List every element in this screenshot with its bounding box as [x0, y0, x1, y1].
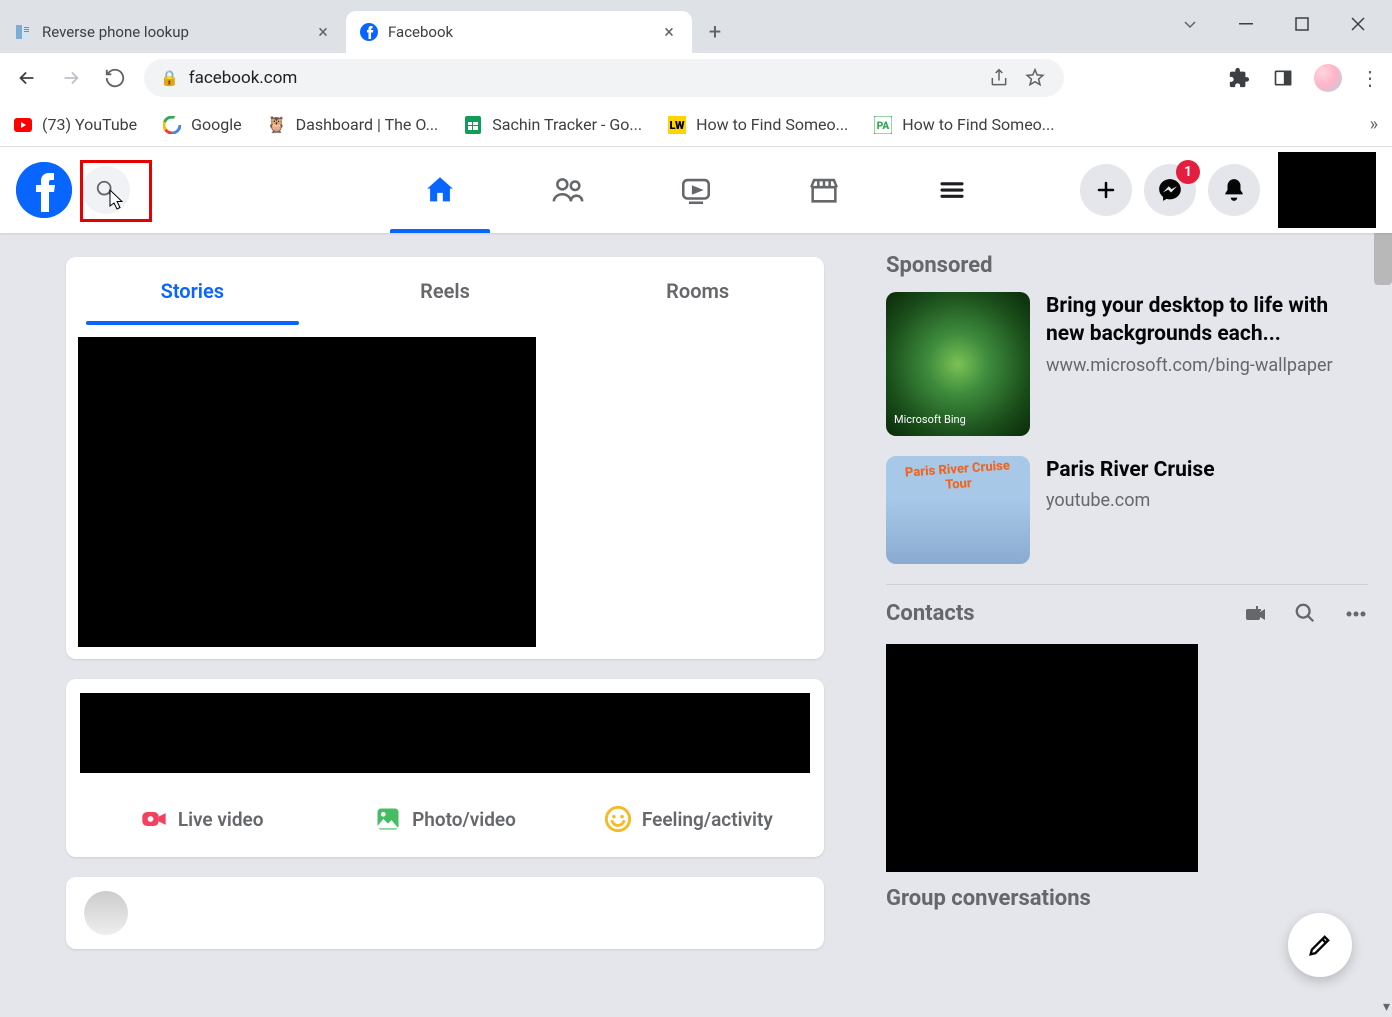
- contacts-header: Contacts: [886, 601, 1368, 626]
- nav-home[interactable]: [380, 147, 500, 233]
- cruise-overlay: Paris River Cruise Tour: [891, 457, 1025, 496]
- create-button[interactable]: [1080, 164, 1132, 216]
- facebook-logo-icon[interactable]: [16, 162, 72, 218]
- tab-facebook[interactable]: Facebook ×: [346, 11, 692, 53]
- sponsored-title: Paris River Cruise: [1046, 456, 1368, 484]
- star-icon[interactable]: [1022, 65, 1048, 91]
- browser-tab-strip: Reverse phone lookup × Facebook × +: [0, 0, 1392, 53]
- omnibox[interactable]: 🔒 facebook.com: [144, 59, 1064, 97]
- bookmarks-bar: (73) YouTube Google 🦉Dashboard | The O..…: [0, 103, 1392, 147]
- sponsored-title: Bring your desktop to life with new back…: [1046, 292, 1368, 349]
- facebook-right-controls: 1: [1080, 152, 1376, 228]
- sidepanel-icon[interactable]: [1270, 65, 1296, 91]
- maximize-icon[interactable]: [1288, 10, 1316, 38]
- window-close-icon[interactable]: [1344, 10, 1372, 38]
- bookmark-google[interactable]: Google: [163, 115, 242, 134]
- extensions-icon[interactable]: [1226, 65, 1252, 91]
- tab-reels[interactable]: Reels: [319, 257, 572, 325]
- lw-icon: LW: [668, 116, 686, 134]
- pa-icon: PA: [874, 116, 892, 134]
- window-controls: [1176, 0, 1392, 38]
- tab-title: Facebook: [388, 23, 650, 41]
- facebook-header: 1: [0, 147, 1392, 233]
- svg-text:PA: PA: [877, 121, 890, 132]
- new-room-icon[interactable]: [1244, 602, 1268, 626]
- contacts-heading: Contacts: [886, 601, 975, 626]
- composer-redacted[interactable]: [80, 693, 810, 773]
- stories-redacted: [78, 337, 536, 647]
- url-text: facebook.com: [189, 68, 298, 88]
- nav-marketplace[interactable]: [764, 147, 884, 233]
- avatar[interactable]: [84, 891, 128, 935]
- post-card-partial: [66, 877, 824, 949]
- bookmarks-overflow-icon[interactable]: »: [1370, 114, 1378, 135]
- minimize-icon[interactable]: [1232, 10, 1260, 38]
- address-bar-row: 🔒 facebook.com ⋮: [0, 53, 1392, 103]
- forward-button[interactable]: [56, 63, 86, 93]
- group-conversations-heading: Group conversations: [886, 886, 1368, 911]
- tab-rooms[interactable]: Rooms: [571, 257, 824, 325]
- profile-redacted[interactable]: [1278, 152, 1376, 228]
- svg-text:LW: LW: [670, 119, 685, 132]
- scroll-down-icon[interactable]: ▾: [1383, 999, 1390, 1015]
- back-button[interactable]: [12, 63, 42, 93]
- right-column: Sponsored Microsoft Bing Bring your desk…: [860, 233, 1392, 1017]
- tab-search-icon[interactable]: [1176, 10, 1204, 38]
- bookmark-howto2[interactable]: PAHow to Find Someo...: [874, 115, 1054, 134]
- bookmark-tracker[interactable]: Sachin Tracker - Go...: [464, 115, 642, 134]
- chrome-menu-icon[interactable]: ⋮: [1360, 66, 1380, 90]
- nav-watch[interactable]: [636, 147, 756, 233]
- sponsored-item-1[interactable]: Microsoft Bing Bring your desktop to lif…: [886, 292, 1368, 436]
- facebook-favicon-icon: [360, 23, 378, 41]
- composer-live-video[interactable]: Live video: [80, 795, 323, 843]
- photo-video-icon: [374, 805, 402, 833]
- feeling-icon: [604, 805, 632, 833]
- close-icon[interactable]: ×: [660, 23, 678, 41]
- contacts-redacted: [886, 644, 1198, 872]
- bookmark-dashboard[interactable]: 🦉Dashboard | The O...: [268, 115, 439, 134]
- sponsored-item-2[interactable]: Paris River Cruise Tour Paris River Crui…: [886, 456, 1368, 564]
- owl-icon: 🦉: [268, 116, 286, 134]
- google-icon: [163, 116, 181, 134]
- new-tab-button[interactable]: +: [700, 17, 730, 47]
- lock-icon: 🔒: [160, 69, 179, 87]
- nav-friends[interactable]: [508, 147, 628, 233]
- sponsored-heading: Sponsored: [886, 253, 1368, 278]
- bing-label: Microsoft Bing: [894, 413, 966, 426]
- divider: [886, 584, 1368, 585]
- bookmark-youtube[interactable]: (73) YouTube: [14, 115, 137, 134]
- messenger-badge: 1: [1176, 160, 1200, 184]
- facebook-content: Stories Reels Rooms Live video Photo/vid…: [0, 233, 1392, 1017]
- youtube-icon: [14, 116, 32, 134]
- messenger-button[interactable]: 1: [1144, 164, 1196, 216]
- tab-stories[interactable]: Stories: [66, 257, 319, 325]
- notifications-button[interactable]: [1208, 164, 1260, 216]
- bookmark-howto1[interactable]: LWHow to Find Someo...: [668, 115, 848, 134]
- sheets-icon: [464, 116, 482, 134]
- stories-card: Stories Reels Rooms: [66, 257, 824, 659]
- composer-feeling[interactable]: Feeling/activity: [567, 795, 810, 843]
- live-video-icon: [140, 805, 168, 833]
- tab-reverse-lookup[interactable]: Reverse phone lookup ×: [0, 11, 346, 53]
- cursor-icon: [108, 188, 128, 212]
- contacts-options-icon[interactable]: [1344, 602, 1368, 626]
- feed-column: Stories Reels Rooms Live video Photo/vid…: [0, 233, 860, 1017]
- sponsored-image: Paris River Cruise Tour: [886, 456, 1030, 564]
- reload-button[interactable]: [100, 63, 130, 93]
- composer-photo-video[interactable]: Photo/video: [323, 795, 566, 843]
- search-contacts-icon[interactable]: [1294, 602, 1318, 626]
- chrome-profile-avatar[interactable]: [1314, 64, 1342, 92]
- nav-menu[interactable]: [892, 147, 1012, 233]
- sponsored-domain: www.microsoft.com/bing-wallpaper: [1046, 353, 1368, 378]
- sponsored-domain: youtube.com: [1046, 488, 1368, 513]
- sponsored-image: Microsoft Bing: [886, 292, 1030, 436]
- new-message-button[interactable]: [1288, 913, 1352, 977]
- composer-card: Live video Photo/video Feeling/activity: [66, 679, 824, 857]
- tab-title: Reverse phone lookup: [42, 23, 304, 41]
- favicon-generic-icon: [14, 23, 32, 41]
- close-icon[interactable]: ×: [314, 23, 332, 41]
- share-icon[interactable]: [986, 65, 1012, 91]
- facebook-center-nav: [380, 147, 1012, 233]
